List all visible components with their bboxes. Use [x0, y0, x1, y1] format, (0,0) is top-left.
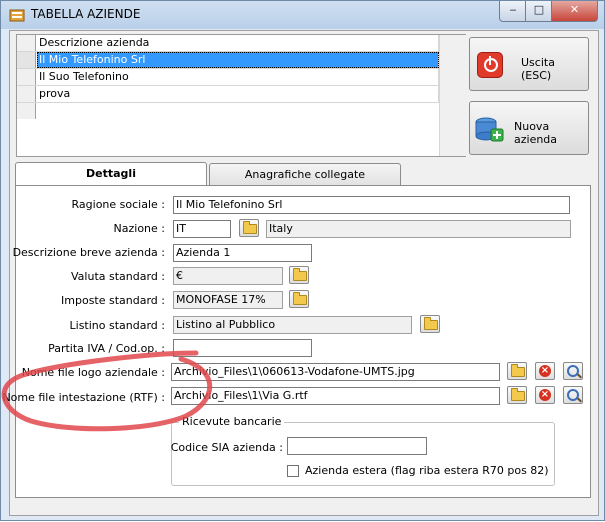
exit-button-label: Uscita (ESC)	[521, 56, 555, 82]
row-indicator	[17, 103, 36, 119]
partita-iva-field[interactable]	[173, 339, 312, 357]
intestazione-preview-button[interactable]	[563, 386, 583, 404]
table-row[interactable]: prova	[17, 86, 465, 103]
grid-header-description[interactable]: Descrizione azienda	[37, 35, 439, 51]
listino-browse-button[interactable]	[420, 315, 440, 333]
empty-row	[17, 103, 465, 119]
logo-file-field[interactable]: Archivio_Files\1\060613-Vodafone-UMTS.jp…	[171, 363, 500, 381]
row-indicator	[17, 86, 36, 102]
row-indicator	[17, 69, 36, 85]
table-cell[interactable]: Il Mio Telefonino Srl	[37, 52, 439, 68]
codice-sia-field[interactable]	[287, 437, 427, 455]
window-title: TABELLA AZIENDE	[31, 7, 141, 21]
partita-iva-label: Partita IVA / Cod.op. :	[48, 342, 165, 355]
imposte-field: MONOFASE 17%	[173, 291, 283, 309]
table-cell[interactable]: prova	[37, 86, 439, 102]
app-icon	[9, 9, 25, 22]
intestazione-browse-button[interactable]	[507, 386, 527, 404]
logo-file-label: Nome file logo aziendale :	[21, 366, 165, 379]
tab-linked-records[interactable]: Anagrafiche collegate	[209, 163, 401, 185]
ragione-sociale-label: Ragione sociale :	[71, 198, 165, 211]
descrizione-breve-field[interactable]: Azienda 1	[173, 244, 312, 262]
descrizione-breve-label: Descrizione breve azienda :	[12, 246, 165, 259]
grid-corner	[17, 35, 36, 51]
new-company-label: Nuova azienda	[514, 120, 558, 146]
valuta-label: Valuta standard :	[71, 270, 165, 283]
intestazione-file-field[interactable]: Archivio_Files\1\Via G.rtf	[171, 387, 500, 405]
database-add-icon	[475, 117, 504, 142]
azienda-estera-checkbox[interactable]	[287, 465, 299, 477]
valuta-browse-button[interactable]	[289, 266, 309, 284]
nazione-code-field[interactable]: IT	[173, 220, 231, 238]
folder-icon	[511, 388, 525, 401]
listino-label: Listino standard :	[69, 319, 165, 332]
new-company-button[interactable]: Nuova azienda	[469, 101, 589, 155]
folder-icon	[424, 317, 438, 330]
imposte-browse-button[interactable]	[289, 290, 309, 308]
azienda-estera-label: Azienda estera (flag riba estera R70 pos…	[305, 464, 549, 477]
tab-details[interactable]: Dettagli	[15, 162, 207, 185]
maximize-button[interactable]: □	[525, 1, 553, 22]
codice-sia-label: Codice SIA azienda :	[170, 441, 283, 454]
imposte-label: Imposte standard :	[61, 294, 165, 307]
delete-icon: ×	[539, 389, 551, 401]
grid-scroll-area	[439, 35, 466, 156]
exit-button[interactable]: Uscita (ESC)	[469, 37, 589, 91]
valuta-field: €	[173, 267, 283, 285]
intestazione-delete-button[interactable]: ×	[535, 386, 555, 404]
nazione-label: Nazione :	[113, 222, 165, 235]
logo-browse-button[interactable]	[507, 362, 527, 380]
table-row[interactable]: Il Mio Telefonino Srl	[17, 52, 465, 69]
row-indicator	[17, 52, 36, 68]
nazione-name-field: Italy	[266, 220, 571, 238]
ragione-sociale-field[interactable]: Il Mio Telefonino Srl	[173, 196, 570, 214]
nazione-browse-button[interactable]	[239, 219, 259, 237]
table-row[interactable]: Il Suo Telefonino	[17, 69, 465, 86]
grid-header-row: Descrizione azienda	[17, 35, 465, 52]
main-window: TABELLA AZIENDE ‒ □ ✕ Descrizione aziend…	[0, 0, 605, 521]
folder-icon	[293, 268, 307, 281]
search-icon	[567, 389, 579, 401]
logo-delete-button[interactable]: ×	[535, 362, 555, 380]
minimize-button[interactable]: ‒	[499, 1, 527, 22]
delete-icon: ×	[539, 365, 551, 377]
exit-icon	[477, 52, 503, 78]
ricevute-bancarie-legend: Ricevute bancarie	[179, 415, 285, 428]
table-cell[interactable]: Il Suo Telefonino	[37, 69, 439, 85]
folder-icon	[243, 221, 257, 234]
title-bar[interactable]: TABELLA AZIENDE ‒ □ ✕	[1, 1, 604, 29]
listino-field: Listino al Pubblico	[173, 316, 412, 334]
company-grid[interactable]: Descrizione azienda Il Mio Telefonino Sr…	[16, 34, 466, 157]
close-button[interactable]: ✕	[551, 1, 598, 22]
logo-preview-button[interactable]	[563, 362, 583, 380]
folder-icon	[293, 292, 307, 305]
search-icon	[567, 365, 579, 377]
intestazione-file-label: Nome file intestazione (RTF) :	[2, 391, 165, 404]
folder-icon	[511, 364, 525, 377]
